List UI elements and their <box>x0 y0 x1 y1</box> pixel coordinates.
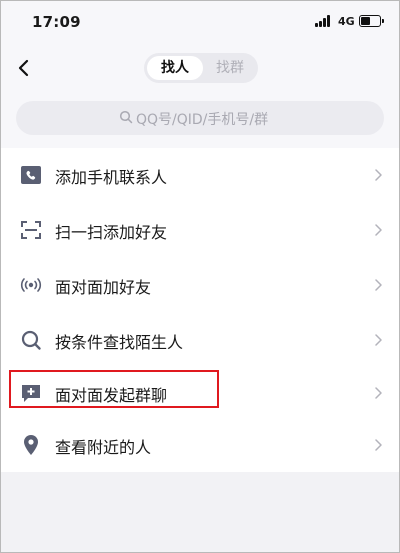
network-type: 4G <box>338 15 355 28</box>
status-time: 17:09 <box>32 13 81 31</box>
screen: 17:09 4G 找人 找群 QQ号/QID/手机号/群 添加手机联系人 扫一扫… <box>0 0 400 553</box>
nav-bar: 找人 找群 <box>1 41 399 97</box>
battery-icon <box>359 15 384 27</box>
list-item-label: 按条件查找陌生人 <box>55 333 184 352</box>
tab-find-people[interactable]: 找人 <box>147 56 203 80</box>
search-area: QQ号/QID/手机号/群 <box>1 97 399 153</box>
segment-control: 找人 找群 <box>144 53 258 83</box>
chevron-right-icon <box>375 439 382 451</box>
list-item-label: 扫一扫添加好友 <box>55 223 168 242</box>
chevron-right-icon <box>375 387 382 399</box>
highlight-annotation-box <box>9 370 219 408</box>
back-arrow-icon[interactable] <box>13 53 35 83</box>
search-icon <box>21 330 41 350</box>
search-placeholder: QQ号/QID/手机号/群 <box>136 112 269 128</box>
list-item-add-phone-contacts[interactable]: 添加手机联系人 <box>1 148 399 202</box>
search-icon <box>119 110 133 124</box>
list-item-nearby-people[interactable]: 查看附近的人 <box>1 418 399 472</box>
chevron-right-icon <box>375 334 382 346</box>
list-item-label: 查看附近的人 <box>55 438 152 457</box>
signal-icon <box>315 15 333 27</box>
search-input[interactable]: QQ号/QID/手机号/群 <box>16 101 384 135</box>
scan-icon <box>21 221 41 239</box>
list-item-label: 面对面加好友 <box>55 278 152 297</box>
action-list: 添加手机联系人 扫一扫添加好友 面对面加好友 按条件查找陌生人 面对面发起群聊 … <box>1 148 399 472</box>
chevron-right-icon <box>375 279 382 291</box>
phone-icon <box>21 166 41 184</box>
chevron-right-icon <box>375 224 382 236</box>
list-item-label: 添加手机联系人 <box>55 168 168 187</box>
chevron-right-icon <box>375 169 382 181</box>
radar-icon <box>20 278 42 292</box>
list-item-search-strangers[interactable]: 按条件查找陌生人 <box>1 313 399 367</box>
list-item-face-to-face-add-friend[interactable]: 面对面加好友 <box>1 258 399 312</box>
location-pin-icon <box>24 435 38 455</box>
status-bar: 17:09 4G <box>1 1 399 41</box>
list-item-scan-add-friend[interactable]: 扫一扫添加好友 <box>1 203 399 257</box>
tab-find-groups[interactable]: 找群 <box>204 56 256 80</box>
